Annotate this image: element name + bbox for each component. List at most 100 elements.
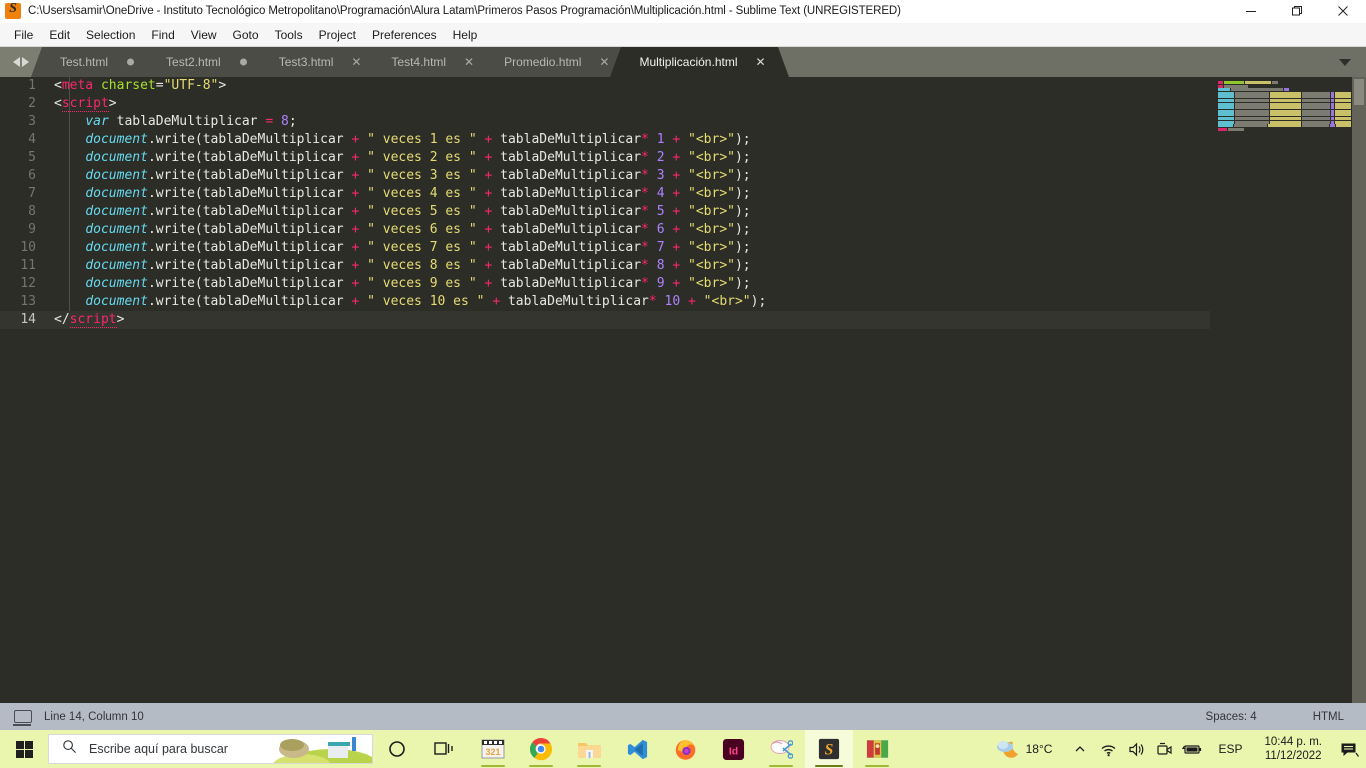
close-icon[interactable] [1320, 0, 1366, 23]
code-line[interactable]: 10 document.write(tablaDeMultiplicar + "… [0, 239, 1211, 257]
scrollbar-thumb[interactable] [1354, 79, 1364, 105]
code-editor[interactable]: 1 <meta charset="UTF-8"> 2 <script> 3 var ta… [0, 77, 1366, 703]
minimap[interactable] [1210, 77, 1352, 703]
code-line-text[interactable]: <script> [42, 95, 117, 113]
tab-unsaved-dot[interactable] [127, 58, 135, 66]
movie-maker-icon[interactable]: 321 [469, 730, 517, 768]
code-line-text[interactable]: var tablaDeMultiplicar = 8; [42, 113, 296, 131]
code-token: > [108, 96, 117, 111]
clock[interactable]: 10:44 p. m. 11/12/2022 [1254, 735, 1332, 763]
tab-close-icon[interactable]: ✕ [599, 56, 609, 68]
code-line-text[interactable]: document.write(tablaDeMultiplicar + " ve… [42, 131, 750, 149]
code-line[interactable]: 13 document.write(tablaDeMultiplicar + "… [0, 293, 1211, 311]
next-tab-arrow[interactable] [22, 57, 29, 67]
code-line[interactable]: 1 <meta charset="UTF-8"> [0, 77, 1211, 95]
winrar-icon[interactable] [853, 730, 901, 768]
code-line-text[interactable]: document.write(tablaDeMultiplicar + " ve… [42, 239, 750, 257]
code-token: + [492, 294, 501, 309]
code-line[interactable]: 7 document.write(tablaDeMultiplicar + " … [0, 185, 1211, 203]
minimap-segment [1224, 84, 1248, 88]
minimap-segment [1218, 81, 1223, 84]
vertical-scrollbar[interactable] [1352, 77, 1366, 703]
file-explorer-icon[interactable] [565, 730, 613, 768]
minimap-row [1210, 88, 1352, 92]
monitor-icon[interactable] [13, 710, 32, 726]
menu-item-preferences[interactable]: Preferences [364, 24, 445, 46]
code-token: < [54, 312, 62, 327]
tab-test2-html[interactable]: Test2.html [137, 47, 272, 77]
code-line-text[interactable]: document.write(tablaDeMultiplicar + " ve… [42, 149, 750, 167]
wifi-icon[interactable] [1094, 730, 1122, 768]
code-line[interactable]: 8 document.write(tablaDeMultiplicar + " … [0, 203, 1211, 221]
line-number: 1 [28, 78, 36, 93]
windows-start-icon[interactable] [0, 730, 48, 768]
code-line[interactable]: 9 document.write(tablaDeMultiplicar + " … [0, 221, 1211, 239]
caret-position[interactable]: Line 14, Column 10 [44, 711, 144, 723]
code-line-text[interactable]: document.write(tablaDeMultiplicar + " ve… [42, 275, 750, 293]
menu-item-selection[interactable]: Selection [78, 24, 143, 46]
code-line[interactable]: 3 var tablaDeMultiplicar = 8; [0, 113, 1211, 131]
code-line[interactable]: 14 </script> [0, 311, 1211, 329]
code-line[interactable]: 11 document.write(tablaDeMultiplicar + "… [0, 257, 1211, 275]
code-line-text[interactable]: document.write(tablaDeMultiplicar + " ve… [42, 167, 750, 185]
camera-icon[interactable] [1150, 730, 1178, 768]
code-line[interactable]: 12 document.write(tablaDeMultiplicar + "… [0, 275, 1211, 293]
code-line-text[interactable]: document.write(tablaDeMultiplicar + " ve… [42, 221, 750, 239]
menu-item-edit[interactable]: Edit [41, 24, 78, 46]
prev-tab-arrow[interactable] [13, 57, 20, 67]
weather-partly-cloudy-night-icon[interactable] [996, 730, 1022, 768]
google-chrome-icon[interactable] [517, 730, 565, 768]
chevron-up-icon[interactable] [1066, 730, 1094, 768]
indentation-setting[interactable]: Spaces: 4 [1206, 711, 1257, 723]
tab-close-icon[interactable]: ✕ [351, 56, 361, 68]
tab-close-icon[interactable]: ✕ [755, 56, 765, 68]
code-line[interactable]: 6 document.write(tablaDeMultiplicar + " … [0, 167, 1211, 185]
code-line-text[interactable]: <meta charset="UTF-8"> [42, 77, 226, 95]
code-token: "<br>" [688, 132, 735, 147]
menu-item-project[interactable]: Project [311, 24, 364, 46]
menu-item-goto[interactable]: Goto [225, 24, 267, 46]
code-token: " veces 7 es " [367, 240, 477, 255]
code-line[interactable]: 5 document.write(tablaDeMultiplicar + " … [0, 149, 1211, 167]
speaker-icon[interactable] [1122, 730, 1150, 768]
input-language[interactable]: ESP [1206, 742, 1254, 756]
code-line[interactable]: 4 document.write(tablaDeMultiplicar + " … [0, 131, 1211, 149]
maximize-icon[interactable] [1274, 0, 1320, 23]
menu-item-find[interactable]: Find [143, 24, 182, 46]
tab-test3-html[interactable]: Test3.html ✕ [249, 47, 385, 77]
battery-icon[interactable] [1178, 730, 1206, 768]
svg-text:321: 321 [485, 747, 500, 757]
tab-test-html[interactable]: Test.html [30, 47, 160, 77]
tab-multiplicaci-n-html[interactable]: Multiplicación.html ✕ [610, 47, 789, 77]
minimap-segment [1269, 102, 1301, 106]
tab-unsaved-dot[interactable] [239, 58, 247, 66]
cortana-icon[interactable] [373, 730, 421, 768]
vs-code-icon[interactable] [613, 730, 661, 768]
firefox-icon[interactable] [661, 730, 709, 768]
code-line[interactable]: 2 <script> [0, 95, 1211, 113]
minimize-icon[interactable] [1228, 0, 1274, 23]
menu-item-help[interactable]: Help [445, 24, 486, 46]
menu-item-view[interactable]: View [183, 24, 225, 46]
task-view-icon[interactable] [421, 730, 469, 768]
code-line-text[interactable]: </script> [42, 311, 124, 329]
search-input[interactable]: Escribe aquí para buscar [48, 734, 373, 764]
syntax-mode[interactable]: HTML [1313, 711, 1344, 723]
sublime-text-icon[interactable]: S [805, 730, 853, 768]
code-content[interactable]: 1 <meta charset="UTF-8"> 2 <script> 3 var ta… [0, 77, 1211, 703]
tab-promedio-html[interactable]: Promedio.html ✕ [475, 47, 633, 77]
menu-item-tools[interactable]: Tools [267, 24, 311, 46]
tab-close-icon[interactable]: ✕ [464, 56, 474, 68]
snipping-tool-icon[interactable] [757, 730, 805, 768]
menu-item-file[interactable]: File [6, 24, 41, 46]
tab-test4-html[interactable]: Test4.html ✕ [362, 47, 497, 77]
indesign-icon[interactable]: Id [709, 730, 757, 768]
code-line-text[interactable]: document.write(tablaDeMultiplicar + " ve… [42, 293, 766, 311]
code-line-text[interactable]: document.write(tablaDeMultiplicar + " ve… [42, 203, 750, 221]
code-line-text[interactable]: document.write(tablaDeMultiplicar + " ve… [42, 185, 750, 203]
action-center-icon[interactable] [1332, 730, 1366, 768]
code-line-text[interactable]: document.write(tablaDeMultiplicar + " ve… [42, 257, 750, 275]
tab-overflow-caret[interactable] [1334, 47, 1356, 77]
